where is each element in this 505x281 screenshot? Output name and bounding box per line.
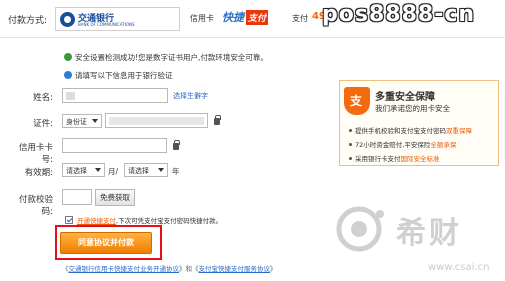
security-item-highlight: 国际安全标准 [400, 155, 440, 163]
watermark-logo-icon [336, 206, 384, 252]
fast-pay-logo-part1: 快捷 [222, 11, 244, 24]
security-ok-notice: 安全设置检测成功!您是数字证书用户,付款环境安全可靠。 [64, 52, 268, 63]
chevron-down-icon [158, 168, 164, 172]
watermark-url: www.csai.cn [428, 262, 490, 273]
name-masked [66, 92, 75, 100]
watermark-top: pos8888-cn [322, 2, 476, 27]
check-shield-icon [64, 53, 72, 61]
security-title: 多重安全保障 [375, 92, 435, 103]
security-item: 提供手机校验和支付宝支付密码双重保障 [349, 125, 472, 135]
get-code-button[interactable]: 免费获取 [95, 189, 135, 206]
card-number-label: 信用卡卡号: [18, 143, 53, 165]
id-type-select[interactable]: 身份证 [62, 114, 102, 128]
month-suffix: 月/ [108, 167, 119, 176]
bank-logo-icon [60, 12, 75, 27]
year-suffix: 年 [172, 167, 180, 176]
fill-info-notice: 请填写以下信息用于银行验证 [64, 70, 173, 81]
chevron-down-icon [92, 119, 98, 123]
fast-pay-logo: 快捷 支付 [222, 9, 270, 25]
rare-char-link[interactable]: 选择生僻字 [173, 91, 208, 101]
id-number-masked [109, 117, 204, 125]
id-number-input[interactable] [105, 113, 208, 128]
security-item-highlight: 双重保障 [446, 127, 472, 135]
pay-method-label: 付款方式: [8, 16, 48, 26]
security-item: 采用银行卡支付国际安全标准 [349, 153, 440, 163]
name-label: 姓名: [33, 93, 53, 103]
shield-icon: 支 [344, 87, 370, 115]
bank-name-en: BANK OF COMMUNICATIONS [78, 22, 135, 27]
id-label: 证件: [33, 119, 53, 129]
id-type-value: 身份证 [66, 118, 87, 126]
agreement-bracket: 》和《 [179, 265, 199, 273]
lock-icon [173, 140, 180, 150]
open-fast-pay-link[interactable]: 开通快捷支付 [77, 217, 116, 225]
agreement-link-alipay[interactable]: 支付宝快捷支付服务协议 [199, 265, 271, 273]
expiry-month-value: 请选择 [66, 167, 87, 175]
security-ok-text: 安全设置检测成功!您是数字证书用户,付款环境安全可靠。 [75, 53, 268, 62]
verify-code-input[interactable] [62, 189, 92, 205]
fill-info-text: 请填写以下信息用于银行验证 [75, 71, 173, 80]
pay-amount-label: 支付 [292, 14, 308, 23]
agreement-bracket: 》 [270, 265, 277, 273]
name-input[interactable] [62, 88, 168, 103]
verify-code-label: 付款校验码: [18, 195, 53, 217]
open-fast-pay-row: 开通快捷支付,下次可凭支付宝支付密码快捷付款。 [77, 215, 222, 225]
card-type-label: 信用卡 [190, 14, 214, 23]
agree-and-pay-button[interactable]: 同意协议并付款 [60, 232, 152, 254]
fast-pay-logo-part2: 支付 [246, 10, 269, 25]
security-item-text: 采用银行卡支付 [355, 155, 401, 163]
expiry-year-value: 请选择 [128, 167, 149, 175]
open-fast-pay-checkbox[interactable] [65, 216, 73, 224]
open-fast-pay-text: ,下次可凭支付宝支付密码快捷付款。 [116, 217, 223, 225]
security-item: 72小时资金赔付,平安保险全额承保 [349, 139, 456, 149]
card-number-input[interactable] [62, 138, 167, 153]
bank-selector[interactable]: 交通银行 BANK OF COMMUNICATIONS [55, 7, 180, 31]
info-icon [64, 71, 72, 79]
expiry-label: 有效期: [24, 168, 53, 178]
security-item-highlight: 全额承保 [430, 141, 457, 149]
security-item-text: 72小时资金赔付,平安保险 [355, 141, 431, 149]
expiry-year-select[interactable]: 请选择 [124, 163, 168, 177]
lock-icon [214, 115, 221, 125]
watermark-text: 希财 [396, 216, 462, 251]
security-subtitle: 我们承诺您的用卡安全 [375, 104, 450, 113]
expiry-month-select[interactable]: 请选择 [62, 163, 105, 177]
chevron-down-icon [95, 168, 101, 172]
agreement-link-bank[interactable]: 交通银行信用卡快捷支付业务开通协议 [69, 265, 180, 273]
agreement-note: 《交通银行信用卡快捷支付业务开通协议》和《支付宝快捷支付服务协议》 [62, 263, 277, 273]
security-item-text: 提供手机校验和支付宝支付密码 [355, 127, 446, 135]
